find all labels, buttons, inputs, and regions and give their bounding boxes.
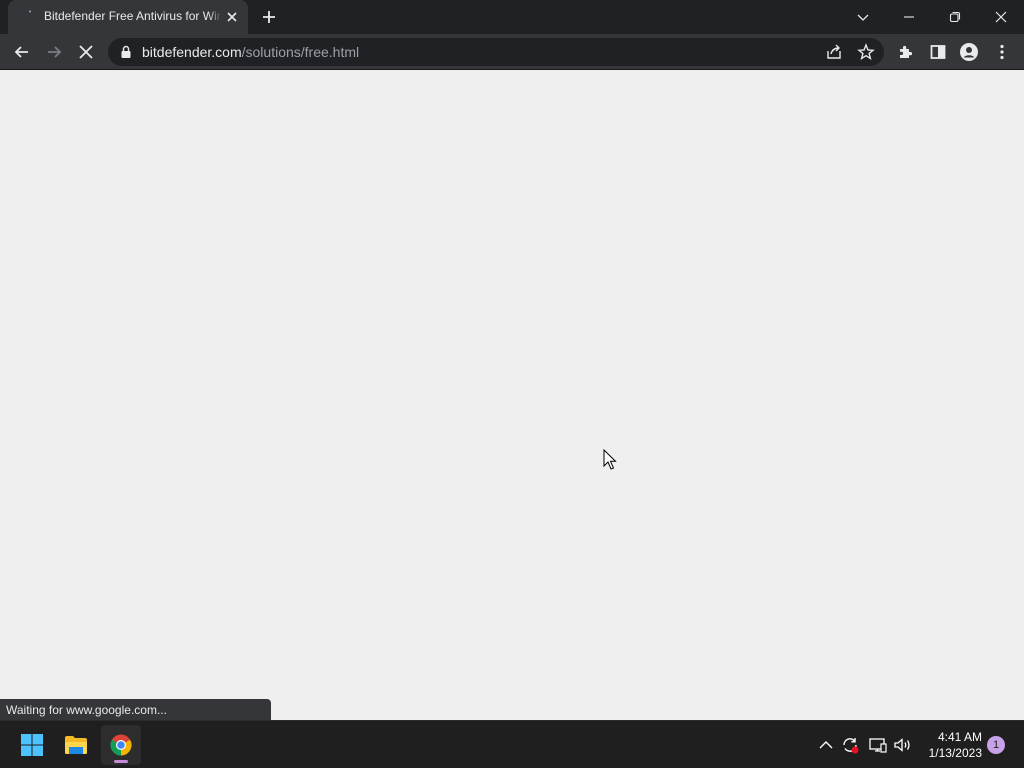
restore-icon xyxy=(949,11,961,23)
desktop-screen: Bitdefender Free Antivirus for Windows xyxy=(0,0,1024,768)
new-tab-plus-icon[interactable] xyxy=(260,8,278,26)
menu-kebab-icon[interactable] xyxy=(992,42,1012,62)
minimize-icon xyxy=(904,16,914,18)
url-path: /solutions/free.html xyxy=(241,44,360,60)
restore-button[interactable] xyxy=(932,0,978,34)
mouse-pointer-icon xyxy=(603,449,617,470)
minimize-button[interactable] xyxy=(886,0,932,34)
profile-avatar-icon[interactable] xyxy=(959,42,979,62)
share-icon[interactable] xyxy=(824,42,844,62)
close-icon xyxy=(995,11,1007,23)
url-text: bitdefender.com/solutions/free.html xyxy=(142,44,359,60)
page-content-blank xyxy=(0,71,1024,720)
clock-time: 4:41 AM xyxy=(937,730,982,744)
system-clock[interactable]: 4:41 AM 1/13/2023 xyxy=(920,729,982,761)
tab-search-button[interactable] xyxy=(840,0,886,34)
back-arrow-icon[interactable] xyxy=(12,42,32,62)
sync-alert-icon[interactable] xyxy=(840,735,860,755)
url-host: bitdefender.com xyxy=(142,44,242,60)
stop-loading-icon[interactable] xyxy=(76,42,96,62)
volume-icon[interactable] xyxy=(892,735,912,755)
chevron-up-icon[interactable] xyxy=(816,735,836,755)
address-bar[interactable]: bitdefender.com/solutions/free.html xyxy=(108,38,884,66)
extensions-puzzle-icon[interactable] xyxy=(896,42,916,62)
side-panel-icon[interactable] xyxy=(928,42,948,62)
loading-spinner-icon xyxy=(29,10,32,13)
windows-logo-icon xyxy=(21,734,43,756)
chrome-icon xyxy=(110,734,132,756)
browser-tab[interactable]: Bitdefender Free Antivirus for Windows xyxy=(8,0,248,34)
start-button[interactable] xyxy=(12,725,52,765)
browser-tab-strip: Bitdefender Free Antivirus for Windows xyxy=(0,0,1024,34)
forward-arrow-icon[interactable] xyxy=(44,42,64,62)
notification-badge[interactable]: 1 xyxy=(987,736,1005,754)
lock-icon[interactable] xyxy=(120,45,132,59)
active-app-indicator xyxy=(114,760,128,763)
folder-icon xyxy=(65,736,87,754)
chevron-down-icon xyxy=(857,14,869,21)
windows-taskbar: 4:41 AM 1/13/2023 1 xyxy=(0,720,1024,768)
browser-toolbar: bitdefender.com/solutions/free.html xyxy=(0,34,1024,70)
bookmark-star-icon[interactable] xyxy=(856,42,876,62)
file-explorer-button[interactable] xyxy=(56,725,96,765)
tab-title: Bitdefender Free Antivirus for Windows xyxy=(44,9,222,23)
chrome-taskbar-button[interactable] xyxy=(101,725,141,765)
close-window-button[interactable] xyxy=(978,0,1024,34)
network-icon[interactable] xyxy=(868,735,888,755)
clock-date: 1/13/2023 xyxy=(928,746,982,760)
loading-status-bubble: Waiting for www.google.com... xyxy=(0,699,271,720)
close-tab-icon[interactable] xyxy=(224,9,240,25)
